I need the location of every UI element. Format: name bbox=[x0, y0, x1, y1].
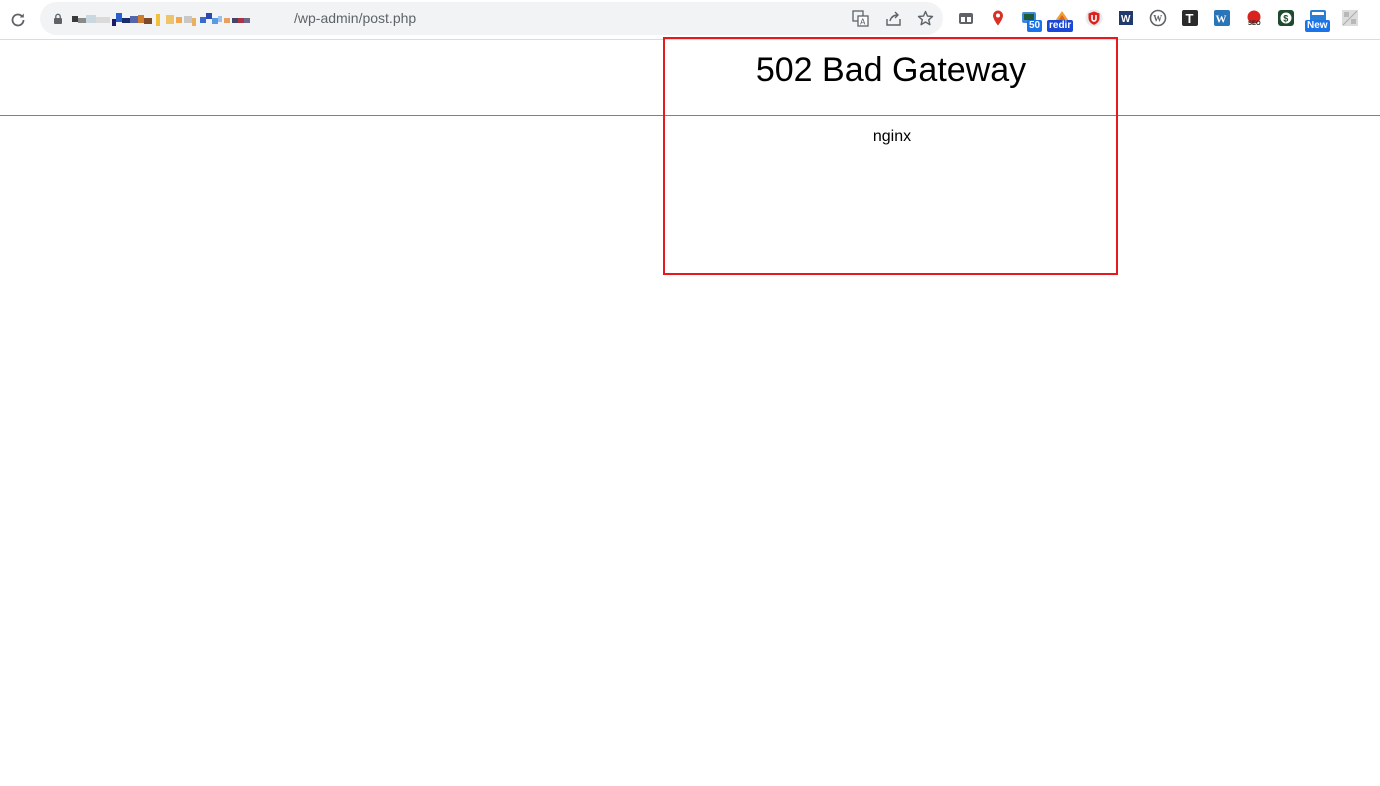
star-icon[interactable] bbox=[917, 10, 934, 27]
svg-text:W: W bbox=[1153, 14, 1162, 24]
extension-wordpress-icon[interactable]: W bbox=[1149, 9, 1167, 27]
svg-text:W: W bbox=[1121, 14, 1131, 25]
lock-icon[interactable] bbox=[53, 13, 63, 24]
extension-badge-redir: redir bbox=[1047, 20, 1074, 32]
extension-badge-50: 50 bbox=[1027, 20, 1043, 32]
svg-text:A: A bbox=[860, 18, 866, 27]
svg-text:W: W bbox=[1216, 14, 1227, 26]
extension-ublock-icon[interactable] bbox=[1085, 9, 1103, 27]
extension-dollar-icon[interactable]: $ bbox=[1277, 9, 1295, 27]
page-content: 502 Bad Gateway nginx bbox=[0, 41, 1380, 786]
extension-puzzle-icon[interactable] bbox=[1341, 9, 1359, 27]
extension-wp-blue-icon[interactable]: W bbox=[1213, 9, 1231, 27]
server-name: nginx bbox=[872, 128, 912, 145]
extension-map-pin-icon[interactable] bbox=[989, 9, 1007, 27]
svg-text:T: T bbox=[1186, 11, 1194, 26]
address-bar[interactable]: /wp-admin/post.php A bbox=[40, 2, 943, 35]
page-title: 502 Bad Gateway bbox=[755, 51, 1027, 89]
extension-seo-icon[interactable]: SEO bbox=[1245, 9, 1263, 27]
redacted-url-mosaic bbox=[72, 13, 250, 26]
svg-text:SEO: SEO bbox=[1248, 21, 1261, 27]
extension-badge-new: New bbox=[1305, 20, 1330, 32]
horizontal-rule bbox=[0, 115, 1380, 116]
url-text: /wp-admin/post.php bbox=[294, 10, 417, 26]
svg-text:$: $ bbox=[1283, 14, 1288, 24]
translate-icon[interactable]: A bbox=[852, 10, 869, 27]
extension-tabs-icon[interactable] bbox=[957, 9, 975, 27]
extension-word-icon[interactable]: W bbox=[1117, 9, 1135, 27]
reload-icon[interactable] bbox=[9, 11, 27, 29]
extension-t-icon[interactable]: T bbox=[1181, 9, 1199, 27]
browser-toolbar: /wp-admin/post.php A 50 redir W W T W SE… bbox=[0, 0, 1380, 40]
share-icon[interactable] bbox=[885, 10, 902, 27]
